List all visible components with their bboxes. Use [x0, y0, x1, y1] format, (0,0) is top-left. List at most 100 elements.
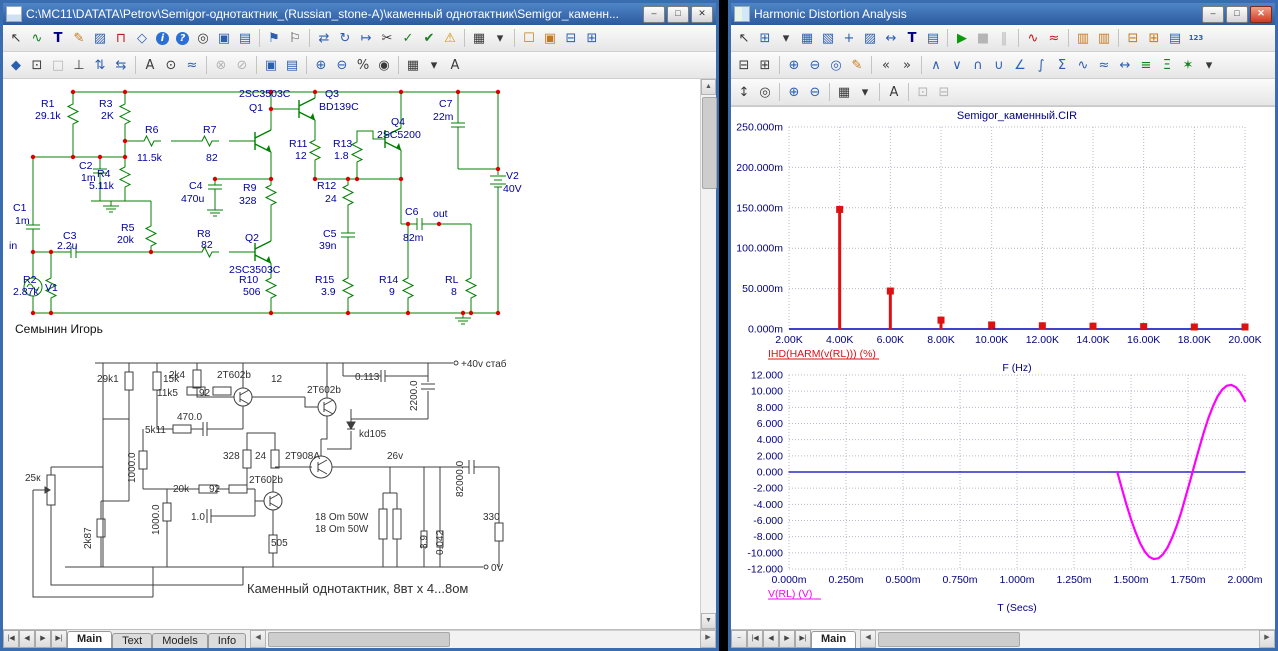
- attach-icon[interactable]: ⊗: [211, 55, 231, 75]
- select-tool-icon[interactable]: ↖: [734, 28, 754, 48]
- slope-icon[interactable]: ∠: [1010, 55, 1030, 75]
- grid-options-icon[interactable]: ▦: [834, 82, 854, 102]
- cursor-mode-icon[interactable]: +: [839, 28, 859, 48]
- new-sheet-icon[interactable]: ☐: [519, 28, 539, 48]
- paste-icon[interactable]: ▤: [282, 55, 302, 75]
- component-tool-icon[interactable]: ⊓: [111, 28, 131, 48]
- data-list-icon[interactable]: ▤: [1165, 28, 1185, 48]
- vertical-scrollbar[interactable]: ▲ ▼: [700, 79, 716, 629]
- goto-flag-icon[interactable]: ⚐: [285, 28, 305, 48]
- harmonics-window-icon[interactable]: ≈: [1044, 28, 1064, 48]
- wire-mode-icon[interactable]: ∿: [27, 28, 47, 48]
- split-horizontal-icon[interactable]: ⊟: [734, 55, 754, 75]
- zoom-mode-icon[interactable]: ▨: [860, 28, 880, 48]
- add-waveform-icon[interactable]: ⊞: [755, 28, 775, 48]
- annotate-icon[interactable]: ✎: [847, 55, 867, 75]
- find-text-icon[interactable]: A: [140, 55, 160, 75]
- scroll-right-button[interactable]: ▶: [1259, 630, 1275, 648]
- frequency-icon[interactable]: ≈: [1094, 55, 1114, 75]
- picture-tool-icon[interactable]: ▣: [214, 28, 234, 48]
- step-icon[interactable]: ↦: [356, 28, 376, 48]
- go-to-branch-icon[interactable]: ✶: [1178, 55, 1198, 75]
- trace-label[interactable]: V(RL) (V): [768, 588, 812, 600]
- valley-icon[interactable]: ∨: [947, 55, 967, 75]
- top-measure-icon[interactable]: ≡: [1136, 55, 1156, 75]
- watch-panel-icon[interactable]: ▥: [1073, 28, 1093, 48]
- minimize-button[interactable]: –: [1202, 6, 1224, 23]
- schematic-titlebar[interactable]: C:\MC11\DATATA\Petrov\Semigor-однотактни…: [3, 3, 716, 25]
- info-tool-icon[interactable]: i: [156, 32, 169, 45]
- shape-rect-icon[interactable]: □: [48, 55, 68, 75]
- tab-nav-button[interactable]: ◀: [763, 630, 779, 648]
- plot-area[interactable]: 250.000m200.000m150.000m100.000m50.000m0…: [731, 106, 1275, 630]
- measure-dropdown-icon[interactable]: ▾: [1199, 55, 1219, 75]
- pan-mode-icon[interactable]: ↔: [881, 28, 901, 48]
- tab-nav-button[interactable]: |◀: [747, 630, 763, 648]
- zoom-level-icon[interactable]: %: [353, 55, 373, 75]
- tab-main[interactable]: Main: [67, 631, 112, 648]
- maximize-button[interactable]: □: [1226, 6, 1248, 23]
- flip-horizontal-icon[interactable]: ⇆: [111, 55, 131, 75]
- slider-panel-icon[interactable]: ▥: [1094, 28, 1114, 48]
- find-next-icon[interactable]: ≈: [182, 55, 202, 75]
- tag-point-icon[interactable]: ◎: [755, 82, 775, 102]
- grid-dropdown-icon[interactable]: ▾: [490, 28, 510, 48]
- horizontal-scroll-track[interactable]: [876, 630, 1259, 648]
- fft-window-icon[interactable]: ∿: [1023, 28, 1043, 48]
- maximize-button[interactable]: □: [667, 6, 689, 23]
- overlay-windows-icon[interactable]: ⊞: [1144, 28, 1164, 48]
- tab-info[interactable]: Info: [208, 633, 246, 648]
- copy-graph-icon[interactable]: ⊡: [913, 82, 933, 102]
- grid-dropdown-icon[interactable]: ▾: [855, 82, 875, 102]
- window-split-icon[interactable]: ⊟: [561, 28, 581, 48]
- tab-nav-button[interactable]: ▶|: [795, 630, 811, 648]
- cursor-right-icon[interactable]: »: [897, 55, 917, 75]
- probe-tool-icon[interactable]: ◎: [193, 28, 213, 48]
- sum-icon[interactable]: Σ: [1052, 55, 1072, 75]
- select-tool-icon[interactable]: ↖: [6, 28, 26, 48]
- check-icon[interactable]: ✓: [398, 28, 418, 48]
- flag-tool-icon[interactable]: ⚑: [264, 28, 284, 48]
- run-icon[interactable]: ▶: [952, 28, 972, 48]
- diagram-tool-icon[interactable]: ◇: [132, 28, 152, 48]
- rotate-icon[interactable]: ↻: [335, 28, 355, 48]
- tab-nav-button[interactable]: ▶|: [51, 630, 67, 648]
- transient-line-chart[interactable]: 12.00010.0008.0006.0004.0002.0000.000-2.…: [747, 370, 1262, 615]
- tab-models[interactable]: Models: [152, 633, 207, 648]
- low-icon[interactable]: ∪: [989, 55, 1009, 75]
- stop-icon[interactable]: ■: [973, 28, 993, 48]
- zoom-out-icon[interactable]: ⊖: [805, 82, 825, 102]
- horizontal-scrollbar[interactable]: ◀ ▶: [860, 630, 1275, 648]
- tab-main[interactable]: Main: [811, 631, 856, 648]
- ground-mode-icon[interactable]: ⊥: [69, 55, 89, 75]
- period-icon[interactable]: ∿: [1073, 55, 1093, 75]
- pause-icon[interactable]: ‖: [994, 28, 1014, 48]
- tab-nav-button[interactable]: ▶: [35, 630, 51, 648]
- zoom-out-icon[interactable]: ⊖: [332, 55, 352, 75]
- bottom-measure-icon[interactable]: Ξ: [1157, 55, 1177, 75]
- scroll-right-button[interactable]: ▶: [700, 630, 716, 648]
- minimize-button[interactable]: –: [643, 6, 665, 23]
- grid-icon[interactable]: ▦: [469, 28, 489, 48]
- font-icon[interactable]: A: [884, 82, 904, 102]
- area-icon[interactable]: ∫: [1031, 55, 1051, 75]
- tile-windows-icon[interactable]: ⊟: [1123, 28, 1143, 48]
- table-tool-icon[interactable]: ▤: [235, 28, 255, 48]
- copy-window-icon[interactable]: ⊟: [934, 82, 954, 102]
- flip-vertical-icon[interactable]: ⇅: [90, 55, 110, 75]
- harmonic-bar-chart[interactable]: 250.000m200.000m150.000m100.000m50.000m0…: [736, 110, 1261, 374]
- display-dropdown-icon[interactable]: ▾: [424, 55, 444, 75]
- analysis-titlebar[interactable]: Harmonic Distortion Analysis – □ ✕: [731, 3, 1275, 25]
- mirror-icon[interactable]: ⇄: [314, 28, 334, 48]
- tab-nav-button[interactable]: −: [731, 630, 747, 648]
- horizontal-scroll-track[interactable]: [266, 630, 700, 648]
- properties-icon[interactable]: ▤: [923, 28, 943, 48]
- cursor-left-icon[interactable]: «: [876, 55, 896, 75]
- schematic-drawing[interactable]: R129.1kR32KR611.5kR7822SC3503CQ1Q3BD139C…: [3, 79, 700, 629]
- trace-label[interactable]: IHD(HARM(v(RL))) (%): [768, 348, 876, 360]
- scroll-down-button[interactable]: ▼: [701, 613, 716, 629]
- horizontal-scroll-thumb[interactable]: [878, 632, 1020, 647]
- tab-text[interactable]: Text: [112, 633, 152, 648]
- normalize-icon[interactable]: ↕: [734, 82, 754, 102]
- draw-tool-icon[interactable]: ✎: [69, 28, 89, 48]
